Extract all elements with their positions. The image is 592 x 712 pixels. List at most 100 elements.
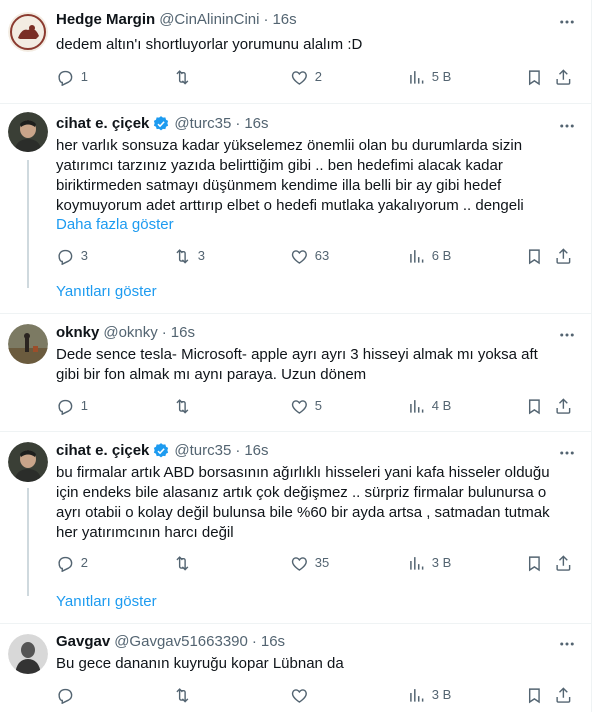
retweet-icon <box>176 555 189 571</box>
author-handle[interactable]: @CinAlininCini <box>159 10 259 30</box>
retweet-button[interactable] <box>173 554 198 573</box>
retweet-button[interactable] <box>173 68 198 87</box>
tweet-time[interactable]: 16s <box>244 114 268 134</box>
views-button[interactable]: 6 B <box>407 247 451 266</box>
bookmark-icon <box>528 70 540 85</box>
more-icon[interactable] <box>557 116 577 136</box>
reply-button[interactable]: 2 <box>56 554 88 573</box>
author-handle[interactable]: @oknky <box>103 323 157 343</box>
tweet-text-line: gibi bir fon almak mı aynı paraya. Uzun … <box>56 366 367 383</box>
tweet-text: Bu gece dananın kuyruğu kopar Lübnan da <box>56 655 344 672</box>
bookmark-button[interactable] <box>525 686 544 705</box>
like-icon <box>291 399 307 414</box>
tweet[interactable]: oknky @oknky · 16s Dede sence tesla- Mic… <box>0 314 591 432</box>
tweet-text-line: koymuyorum adet arttırıp elbet o hedefi … <box>56 197 524 214</box>
tweet[interactable]: Hedge Margin @CinAlininCini · 16s dedem … <box>0 0 591 104</box>
like-count: 35 <box>314 555 330 570</box>
reply-button[interactable] <box>56 686 81 705</box>
thread-line <box>27 488 29 596</box>
tweet[interactable]: cihat e. çiçek @turc35 · 16s bu firmalar… <box>0 432 591 624</box>
reply-icon <box>58 399 73 415</box>
avatar[interactable] <box>8 12 48 52</box>
like-button[interactable]: 63 <box>290 247 329 266</box>
show-more-link[interactable]: Daha fazla göster <box>56 215 174 235</box>
views-button[interactable]: 4 B <box>407 397 451 416</box>
separator-dot: · <box>235 115 241 132</box>
like-button[interactable]: 5 <box>290 397 322 416</box>
retweet-button[interactable] <box>173 397 198 416</box>
tweet[interactable]: Gavgav @Gavgav51663390 · 16s Bu gece dan… <box>0 624 591 712</box>
bookmark-button[interactable] <box>525 247 544 266</box>
share-button[interactable] <box>554 397 573 416</box>
verified-badge-icon <box>152 442 170 460</box>
views-count: 5 B <box>431 69 452 84</box>
share-button[interactable] <box>554 68 573 87</box>
bookmark-icon <box>528 399 540 414</box>
like-count: 2 <box>314 69 322 84</box>
tweet-text: bu firmalar artık ABD borsasının ağırlık… <box>56 463 577 543</box>
views-icon <box>410 399 424 413</box>
share-button[interactable] <box>554 686 573 705</box>
views-count: 3 B <box>431 555 452 570</box>
views-count: 6 B <box>431 248 452 263</box>
like-button[interactable] <box>290 686 315 705</box>
views-icon <box>410 688 424 702</box>
author-handle[interactable]: @turc35 <box>174 441 231 461</box>
share-icon <box>556 554 571 571</box>
like-button[interactable]: 35 <box>290 554 329 573</box>
author-name[interactable]: Hedge Margin <box>56 10 155 30</box>
retweet-button[interactable] <box>173 686 198 705</box>
like-button[interactable]: 2 <box>290 68 322 87</box>
author-name[interactable]: cihat e. çiçek <box>56 114 149 134</box>
tweet-text-line: her yatırımcının harcı değil <box>56 524 234 541</box>
reply-button[interactable]: 1 <box>56 68 88 87</box>
tweet-time[interactable]: 16s <box>171 323 195 343</box>
reply-icon <box>58 249 73 265</box>
tweet-feed: Hedge Margin @CinAlininCini · 16s dedem … <box>0 0 592 712</box>
author-name[interactable]: oknky <box>56 323 99 343</box>
views-icon <box>410 249 424 263</box>
more-icon[interactable] <box>557 325 577 345</box>
views-button[interactable]: 3 B <box>407 686 451 705</box>
avatar[interactable] <box>8 324 48 364</box>
more-icon[interactable] <box>557 634 577 654</box>
tweet-text-line: Dede sence tesla- Microsoft- apple ayrı … <box>56 346 538 363</box>
author-handle[interactable]: @turc35 <box>174 114 231 134</box>
reply-count: 3 <box>80 248 88 263</box>
views-icon <box>410 70 424 84</box>
tweet-time[interactable]: 16s <box>272 10 296 30</box>
share-button[interactable] <box>554 554 573 573</box>
bookmark-button[interactable] <box>525 554 544 573</box>
bookmark-button[interactable] <box>525 68 544 87</box>
action-bar: 1 5 4 B <box>56 396 579 416</box>
tweet[interactable]: cihat e. çiçek @turc35 · 16s her varlık … <box>0 104 591 314</box>
tweet-time[interactable]: 16s <box>261 632 285 652</box>
verified-badge-icon <box>152 115 170 133</box>
show-replies-link[interactable]: Yanıtları göster <box>56 282 157 302</box>
author-name[interactable]: cihat e. çiçek <box>56 441 149 461</box>
show-replies-link[interactable]: Yanıtları göster <box>56 592 157 612</box>
reply-button[interactable]: 3 <box>56 247 88 266</box>
bookmark-icon <box>528 249 540 264</box>
views-button[interactable]: 3 B <box>407 554 451 573</box>
views-count: 3 B <box>431 687 452 702</box>
reply-icon <box>58 556 73 572</box>
avatar[interactable] <box>8 634 48 674</box>
retweet-icon <box>176 69 189 85</box>
avatar[interactable] <box>8 112 48 152</box>
views-button[interactable]: 5 B <box>407 68 451 87</box>
action-bar: 1 2 5 B <box>56 67 579 87</box>
separator-dot: · <box>251 633 257 650</box>
tweet-time[interactable]: 16s <box>244 441 268 461</box>
more-icon[interactable] <box>557 443 577 463</box>
author-handle[interactable]: @Gavgav51663390 <box>114 632 248 652</box>
author-name[interactable]: Gavgav <box>56 632 110 652</box>
bookmark-button[interactable] <box>525 397 544 416</box>
retweet-icon <box>176 248 189 264</box>
reply-button[interactable]: 1 <box>56 397 88 416</box>
avatar[interactable] <box>8 442 48 482</box>
more-icon[interactable] <box>557 12 577 32</box>
tweet-text: dedem altın'ı shortluyorlar yorumunu ala… <box>56 36 363 53</box>
share-button[interactable] <box>554 247 573 266</box>
retweet-button[interactable]: 3 <box>173 247 205 266</box>
